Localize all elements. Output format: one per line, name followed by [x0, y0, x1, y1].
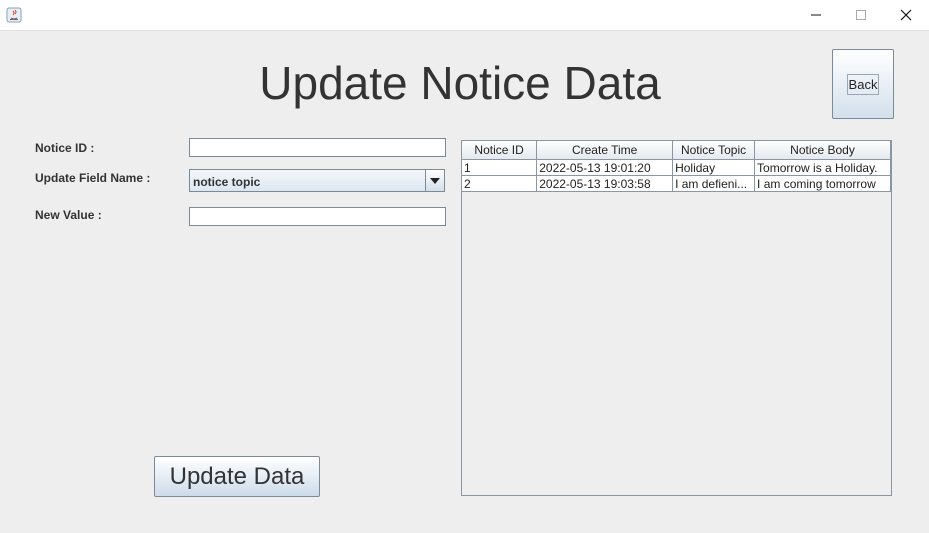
chevron-down-icon	[430, 177, 440, 184]
table-cell[interactable]: Holiday	[672, 159, 756, 176]
notice-id-label: Notice ID :	[35, 141, 95, 155]
table-cell[interactable]: Tomorrow is a Holiday.	[754, 159, 891, 176]
table-cell[interactable]: I am defieni...	[672, 175, 756, 192]
update-field-name-label: Update Field Name :	[35, 171, 151, 185]
update-data-button[interactable]: Update Data	[154, 456, 320, 497]
maximize-icon	[856, 10, 866, 20]
notice-id-input[interactable]	[189, 138, 446, 157]
back-button[interactable]: Back	[832, 49, 894, 119]
column-header-notice-body[interactable]: Notice Body	[754, 141, 891, 160]
new-value-input[interactable]	[189, 207, 446, 226]
table-cell[interactable]: 2022-05-13 19:03:58	[536, 175, 674, 192]
new-value-label: New Value :	[35, 208, 102, 222]
back-button-label: Back	[846, 73, 880, 95]
column-header-notice-id[interactable]: Notice ID	[462, 141, 538, 160]
table-cell[interactable]: 2	[462, 175, 538, 192]
table-header-row: Notice ID Create Time Notice Topic Notic…	[462, 141, 891, 160]
column-header-notice-topic[interactable]: Notice Topic	[672, 141, 756, 160]
table-cell[interactable]: 1	[462, 159, 538, 176]
notices-table: Notice ID Create Time Notice Topic Notic…	[462, 141, 891, 192]
close-icon	[900, 9, 912, 21]
java-icon[interactable]	[6, 7, 22, 23]
notices-table-panel[interactable]: Notice ID Create Time Notice Topic Notic…	[461, 140, 892, 496]
page-title: Update Notice Data	[259, 57, 661, 109]
table-cell[interactable]: 2022-05-13 19:01:20	[536, 159, 674, 176]
dropdown-arrow-button[interactable]	[425, 170, 444, 191]
column-header-create-time[interactable]: Create Time	[536, 141, 674, 160]
minimize-icon	[811, 14, 821, 16]
maximize-button[interactable]	[838, 0, 884, 30]
title-bar	[0, 0, 929, 31]
field-name-dropdown[interactable]: notice topic	[189, 169, 445, 192]
close-button[interactable]	[883, 0, 929, 30]
table-row[interactable]: 2 2022-05-13 19:03:58 I am defieni... I …	[462, 175, 891, 192]
minimize-button[interactable]	[793, 0, 839, 30]
table-row[interactable]: 1 2022-05-13 19:01:20 Holiday Tomorrow i…	[462, 159, 891, 176]
field-name-selected-value: notice topic	[193, 175, 261, 189]
table-cell[interactable]: I am coming tomorrow	[754, 175, 891, 192]
